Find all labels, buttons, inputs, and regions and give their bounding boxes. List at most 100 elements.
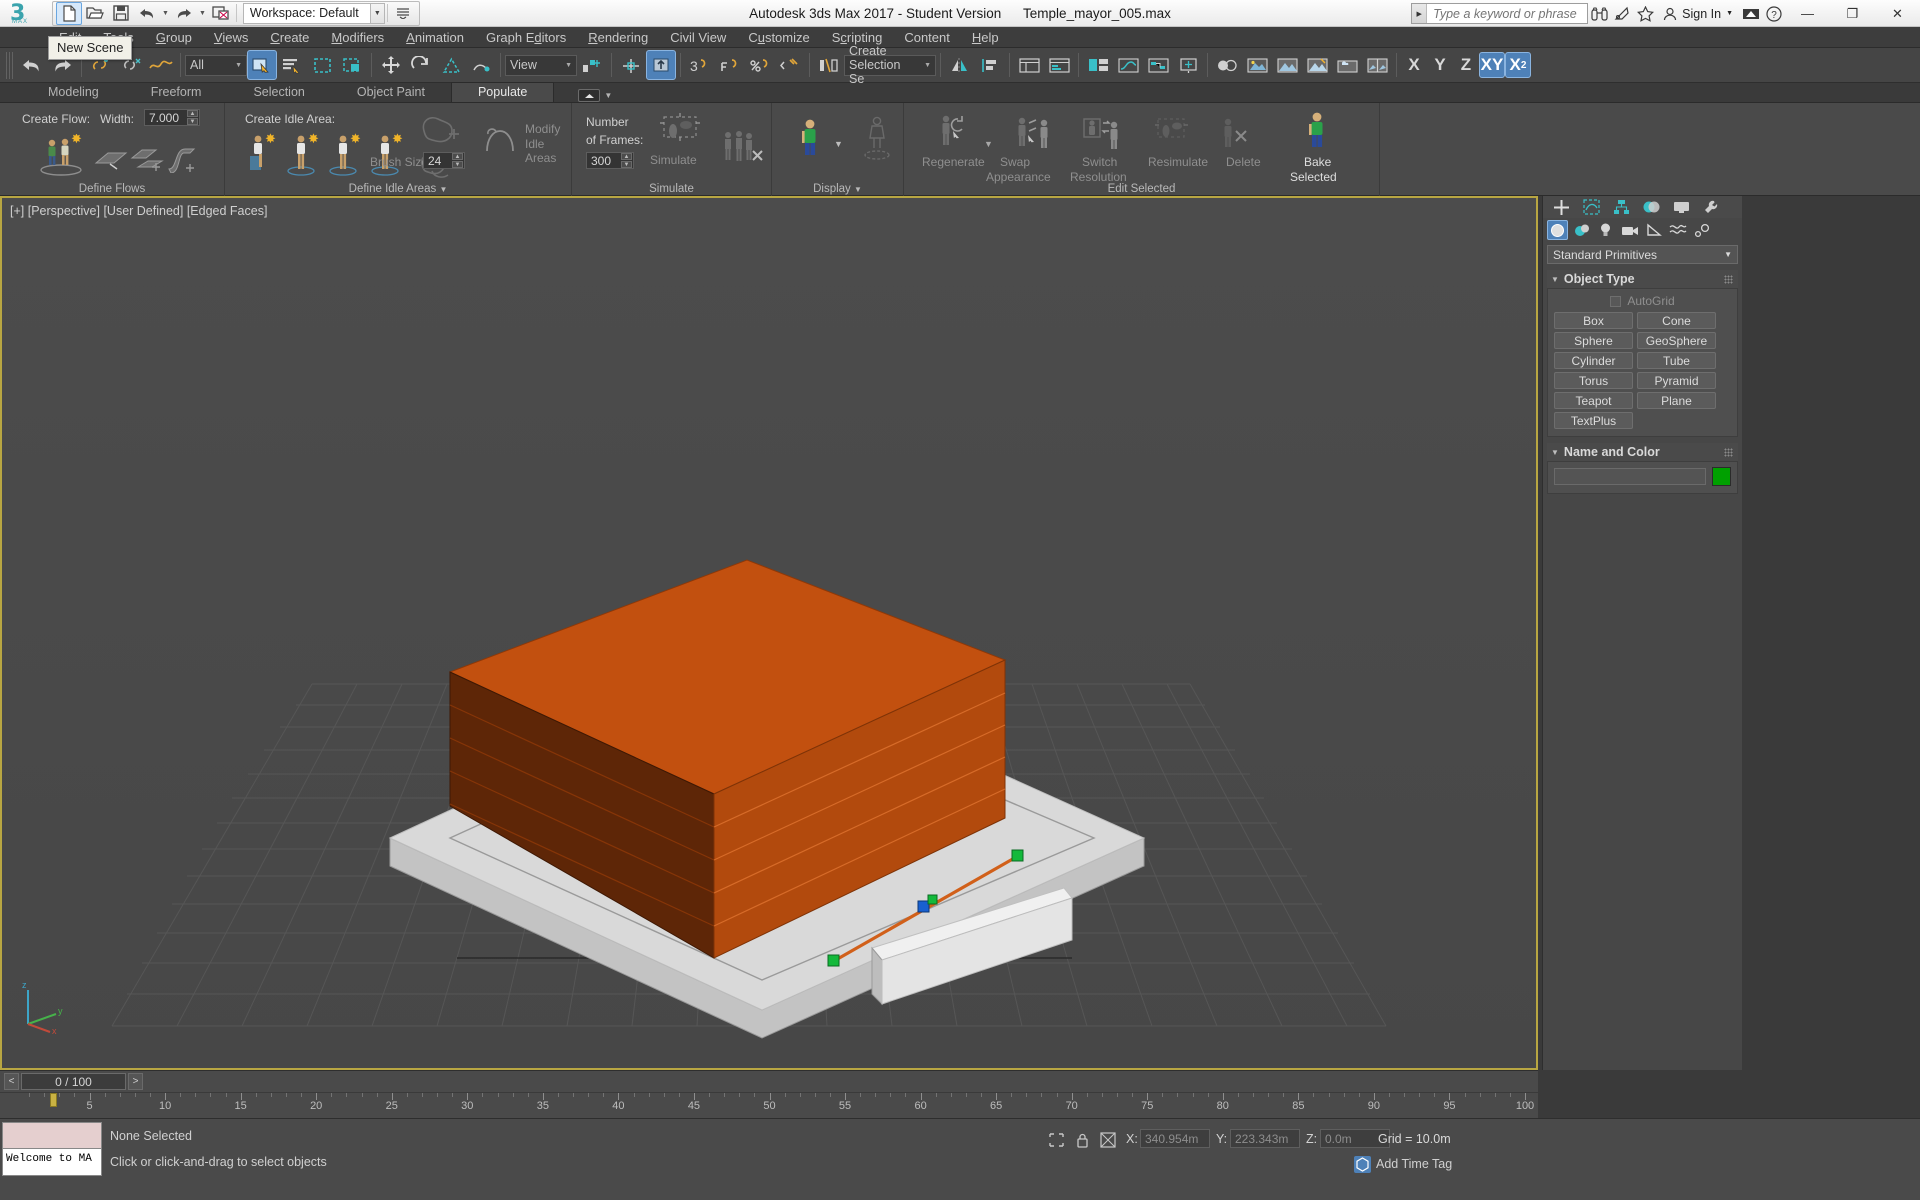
select-by-name-icon[interactable] (277, 50, 307, 80)
placement-tool-icon[interactable] (466, 50, 496, 80)
favorites-star-icon[interactable] (1634, 2, 1657, 25)
object-color-swatch[interactable] (1712, 467, 1731, 486)
toggle-ribbon-icon[interactable] (1083, 50, 1113, 80)
new-scene-icon[interactable] (56, 1, 82, 25)
reference-coordinate-dropdown-icon[interactable]: ▼ (565, 62, 572, 69)
named-selection-combo[interactable]: Create Selection Se ▼ (844, 44, 936, 86)
add-time-tag-icon[interactable] (1352, 1154, 1372, 1174)
maxscript-listener-output[interactable]: Welcome to MA (3, 1149, 101, 1175)
create-idle-area-standing-icon[interactable]: ✸ (287, 131, 323, 180)
minimize-button[interactable]: — (1785, 0, 1830, 27)
create-flow-icon[interactable]: ✸ (38, 132, 84, 179)
primitive-button-textplus[interactable]: TextPlus (1554, 412, 1633, 429)
ribbon-tab-object-paint[interactable]: Object Paint (331, 83, 451, 102)
primitive-button-box[interactable]: Box (1554, 312, 1633, 329)
primitive-button-cone[interactable]: Cone (1637, 312, 1716, 329)
reference-coordinate-combo[interactable]: View ▼ (505, 54, 577, 76)
restrict-y-axis-button[interactable]: Y (1427, 52, 1453, 78)
resimulate-icon[interactable] (1152, 115, 1196, 158)
hierarchy-tab[interactable] (1606, 197, 1636, 217)
object-type-collapse-icon[interactable]: ▼ (1551, 275, 1559, 284)
regenerate-icon[interactable] (936, 113, 978, 158)
satellite-dish-icon[interactable] (1611, 2, 1634, 25)
absolute-relative-transform-icon[interactable] (1098, 1130, 1118, 1150)
delete-selected-icon[interactable] (1216, 115, 1252, 158)
redo-icon[interactable] (171, 2, 197, 25)
mirror-icon[interactable] (945, 50, 975, 80)
time-slider-handle[interactable]: 0 / 100 (21, 1073, 126, 1090)
display-tab[interactable] (1666, 197, 1696, 217)
edit-named-selection-icon[interactable] (775, 50, 805, 80)
ribbon-tab-freeform[interactable]: Freeform (125, 83, 228, 102)
display-placeholder-icon[interactable] (858, 113, 898, 164)
menu-item-animation[interactable]: Animation (395, 28, 475, 47)
bake-selected-icon[interactable] (1300, 109, 1334, 156)
brush-size-spinner-arrows[interactable]: ▲ ▼ (452, 153, 463, 168)
switch-resolution-icon[interactable] (1080, 115, 1128, 158)
modify-idle-areas-icon[interactable] (483, 123, 521, 160)
ribbon-tab-selection[interactable]: Selection (227, 83, 330, 102)
cameras-subtab[interactable] (1619, 220, 1640, 240)
undo-toolbar-icon[interactable] (17, 50, 47, 80)
ribbon-minimize-dropdown-icon[interactable]: ▼ (604, 91, 612, 100)
lights-subtab[interactable] (1595, 220, 1616, 240)
time-slider-next-frame-button[interactable]: > (128, 1073, 143, 1090)
helpers-subtab[interactable] (1643, 220, 1664, 240)
percent-snap-toggle-icon[interactable] (715, 50, 745, 80)
sign-in-button[interactable]: Sign In ▼ (1657, 7, 1739, 21)
coord-y-field[interactable]: 223.343m (1230, 1129, 1300, 1148)
name-and-color-collapse-icon[interactable]: ▼ (1551, 448, 1559, 457)
space-warps-subtab[interactable] (1667, 220, 1688, 240)
primitive-button-torus[interactable]: Torus (1554, 372, 1633, 389)
define-idle-areas-dropdown-icon[interactable]: ▼ (439, 185, 447, 194)
add-flow-segment-icon[interactable] (94, 145, 130, 174)
render-frame-window-icon[interactable] (1242, 50, 1272, 80)
autodesk-logo-icon[interactable] (1739, 2, 1762, 25)
window-crossing-toggle-icon[interactable] (337, 50, 367, 80)
redo-dropdown-icon[interactable]: ▼ (197, 10, 208, 17)
named-selection-sets-icon[interactable] (814, 50, 844, 80)
flow-width-spinner[interactable]: 7.000 ▲ ▼ (144, 109, 200, 126)
help-icon[interactable]: ? (1762, 2, 1785, 25)
menu-item-views[interactable]: Views (203, 28, 259, 47)
select-object-icon[interactable] (247, 50, 277, 80)
ribbon-minimize-icon[interactable] (578, 89, 601, 102)
qat-overflow-icon[interactable] (390, 2, 416, 25)
app-logo[interactable]: 3 MAX (0, 0, 48, 27)
primitive-button-sphere[interactable]: Sphere (1554, 332, 1633, 349)
modify-tab[interactable] (1576, 197, 1606, 217)
autogrid-checkbox[interactable] (1610, 295, 1622, 307)
open-file-icon[interactable] (82, 2, 108, 25)
object-type-drag-handle[interactable] (1724, 275, 1733, 284)
maxscript-listener-input[interactable] (3, 1123, 101, 1149)
viewport-label[interactable]: [+] [Perspective] [User Defined] [Edged … (10, 204, 267, 218)
object-category-dropdown-icon[interactable]: ▼ (1724, 250, 1732, 259)
project-folder-icon[interactable] (208, 2, 234, 25)
display-dropdown-icon[interactable]: ▼ (854, 185, 862, 194)
render-production-icon[interactable] (1272, 50, 1302, 80)
idle-area-shape-add-icon[interactable] (418, 111, 464, 148)
time-slider-prev-frame-button[interactable]: < (4, 1073, 19, 1090)
autogrid-row[interactable]: AutoGrid (1554, 294, 1731, 308)
bind-to-space-warp-icon[interactable] (146, 50, 176, 80)
add-time-tag-label[interactable]: Add Time Tag (1376, 1157, 1452, 1171)
name-and-color-drag-handle[interactable] (1724, 448, 1733, 457)
motion-tab[interactable] (1636, 197, 1666, 217)
toolbar-grip[interactable] (6, 51, 13, 79)
primitive-button-pyramid[interactable]: Pyramid (1637, 372, 1716, 389)
search-dropdown-icon[interactable]: ▶ (1412, 4, 1428, 23)
workspace-dropdown-icon[interactable]: ▼ (370, 2, 385, 24)
object-name-input[interactable] (1554, 468, 1706, 485)
display-character-icon[interactable] (796, 115, 826, 164)
display-character-dropdown-icon[interactable]: ▼ (834, 139, 843, 149)
select-and-scale-icon[interactable] (436, 50, 466, 80)
rectangular-selection-region-icon[interactable] (307, 50, 337, 80)
align-icon[interactable] (975, 50, 1005, 80)
select-and-rotate-icon[interactable] (406, 50, 436, 80)
number-of-frames-spinner[interactable]: 300 ▲ ▼ (586, 152, 634, 169)
track-bar-time-marker[interactable] (50, 1093, 57, 1107)
open-ab-compare-icon[interactable] (1362, 50, 1392, 80)
undo-icon[interactable] (134, 2, 160, 25)
selection-filter-combo[interactable]: All ▼ (185, 54, 247, 76)
selection-lock-toggle-icon[interactable] (1072, 1130, 1092, 1150)
